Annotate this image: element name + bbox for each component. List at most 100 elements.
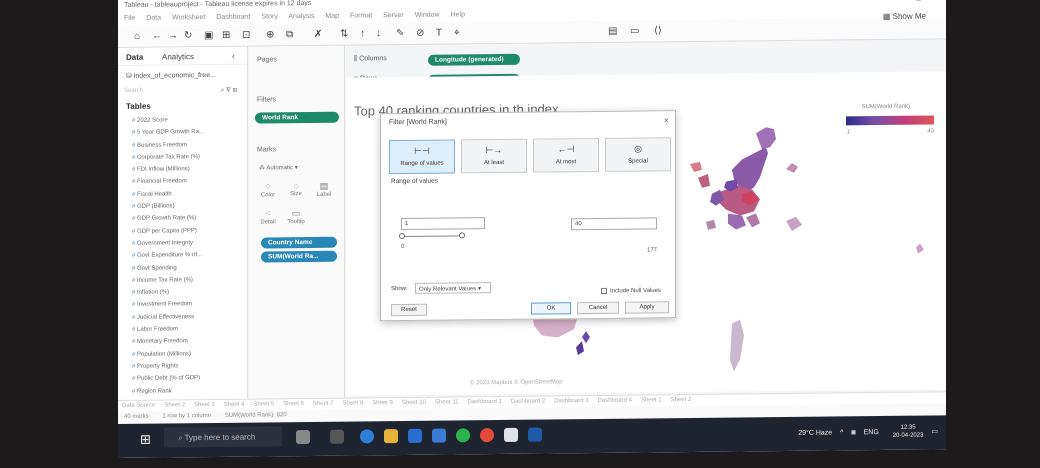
label-button[interactable]: ▤ Label — [311, 181, 337, 198]
color-legend[interactable] — [846, 115, 934, 126]
pin-icon[interactable]: ⌖ — [454, 27, 460, 38]
sheet-tab[interactable]: Sheet 4 — [224, 402, 245, 408]
mark-pill-country-name[interactable]: Country Name — [261, 236, 337, 249]
undo-icon[interactable]: ← — [152, 31, 162, 42]
size-button[interactable]: ◌ Size — [283, 181, 309, 197]
menu-window[interactable]: Window — [415, 12, 440, 19]
min-value-input[interactable]: 1 — [401, 217, 485, 231]
tableau-icon[interactable] — [528, 427, 542, 442]
task-view-icon[interactable] — [330, 429, 344, 444]
clock[interactable]: 12:35 20-04-2023 — [887, 424, 924, 440]
pause-updates-icon[interactable]: ⊡ — [242, 30, 250, 41]
duplicate-icon[interactable]: ⧉ — [286, 29, 293, 40]
menu-worksheet[interactable]: Worksheet — [172, 14, 205, 21]
mark-pill-world-rank[interactable]: SUM(World Ra... — [261, 250, 337, 263]
sheet-tab[interactable]: Sheet 1 — [641, 397, 662, 403]
fit-icon[interactable]: ▤ — [608, 26, 617, 37]
mail-icon[interactable] — [408, 428, 422, 443]
highlight-icon[interactable]: ✎ — [396, 28, 404, 39]
filter-icon[interactable]: ⌕ ∇ ⊞ — [220, 87, 237, 95]
option-at-least[interactable]: ⊢→ At least — [461, 138, 527, 174]
tab-analytics[interactable]: Analytics — [162, 52, 194, 61]
whatsapp-icon[interactable] — [456, 428, 470, 443]
mark-type-dropdown[interactable]: ⁂ Automatic ▾ — [259, 164, 335, 171]
sheet-tab[interactable]: Sheet 6 — [283, 401, 304, 407]
sheet-tab[interactable]: Sheet 2 — [671, 397, 692, 403]
language-indicator[interactable]: ENG — [864, 429, 879, 436]
swap-icon[interactable]: ⇅ — [340, 29, 348, 40]
sheet-tab[interactable]: Sheet 9 — [372, 400, 393, 406]
menu-format[interactable]: Format — [350, 12, 372, 19]
menu-file[interactable]: File — [124, 15, 135, 22]
sheet-tab[interactable]: Sheet 7 — [313, 401, 334, 407]
show-me-button[interactable]: ▦ Show Me — [883, 12, 926, 21]
sheet-tab[interactable]: Data Source — [122, 403, 155, 409]
cortana-icon[interactable] — [296, 429, 310, 445]
max-value-input[interactable]: 40 — [571, 217, 657, 231]
sheet-tab[interactable]: Sheet 5 — [253, 401, 274, 407]
notifications-icon[interactable]: ▭ — [931, 428, 938, 435]
field-item[interactable]: Region Rank — [132, 384, 247, 398]
ok-button[interactable]: OK — [531, 302, 571, 315]
columns-pill[interactable]: Longitude (generated) — [428, 53, 520, 66]
include-null-checkbox[interactable]: Include Null Values — [601, 287, 661, 294]
group-icon[interactable]: ⊘ — [416, 28, 424, 39]
home-icon[interactable]: ⌂ — [134, 31, 140, 42]
reset-button[interactable]: Reset — [391, 303, 427, 317]
range-slider-track[interactable] — [401, 235, 463, 238]
maximize-button[interactable]: ▢ — [915, 0, 922, 2]
option-at-most[interactable]: ←⊣ At most — [533, 137, 599, 173]
tooltip-button[interactable]: ▭ Tooltip — [283, 208, 309, 225]
windows-start-icon[interactable]: ⊞ — [140, 432, 151, 448]
menu-story[interactable]: Story — [261, 13, 277, 20]
presentation-icon[interactable]: ▭ — [630, 26, 639, 37]
sort-desc-icon[interactable]: ↓ — [376, 28, 381, 39]
new-datasource-icon[interactable]: ⊞ — [222, 30, 230, 41]
sheet-tab[interactable]: Sheet 10 — [402, 400, 426, 406]
data-source-item[interactable]: ⛁ index_of_economic_free... — [118, 65, 247, 80]
file-explorer-icon[interactable] — [384, 429, 398, 444]
share-icon[interactable]: ⟨⟩ — [654, 25, 662, 36]
color-button[interactable]: ⁘ Color — [255, 181, 281, 198]
sheet-tab[interactable]: Sheet 8 — [342, 400, 363, 406]
edge-icon[interactable] — [360, 429, 374, 444]
menu-analysis[interactable]: Analysis — [288, 13, 314, 20]
menu-dashboard[interactable]: Dashboard — [216, 14, 250, 21]
search-input[interactable]: Search ⌕ ∇ ⊞ — [124, 87, 241, 98]
sheet-tab[interactable]: Sheet 3 — [194, 402, 215, 408]
sheet-tab[interactable]: Dashboard 4 — [598, 398, 632, 404]
apply-button[interactable]: Apply — [625, 301, 669, 314]
collapse-icon[interactable]: ‹ — [232, 52, 235, 61]
sheet-tab[interactable]: Sheet 2 — [164, 402, 185, 408]
sheet-tab[interactable]: Dashboard 3 — [554, 398, 588, 404]
chrome-icon[interactable] — [480, 428, 494, 443]
redo-icon[interactable]: → — [168, 30, 178, 41]
store-icon[interactable] — [432, 428, 446, 443]
cancel-button[interactable]: Cancel — [577, 301, 619, 315]
close-icon[interactable]: × — [664, 115, 669, 125]
labels-icon[interactable]: T — [436, 28, 442, 39]
notepad-icon[interactable] — [504, 427, 518, 442]
show-dropdown[interactable]: Only Relevant Values ▾ — [415, 282, 491, 294]
new-worksheet-icon[interactable]: ⊕ — [266, 29, 274, 40]
tray-overflow-icon[interactable]: ^ — [840, 429, 843, 436]
detail-button[interactable]: ⁖ Detail — [255, 208, 281, 225]
clear-sheet-icon[interactable]: ✗ — [314, 29, 322, 40]
sheet-tab[interactable]: Dashboard 2 — [511, 399, 545, 405]
max-slider-handle[interactable] — [459, 232, 465, 239]
weather-widget[interactable]: 29°C Haze — [798, 429, 832, 436]
minimize-button[interactable]: – — [900, 0, 904, 1]
menu-map[interactable]: Map — [325, 13, 339, 20]
sheet-tab[interactable]: Dashboard 1 — [467, 399, 501, 405]
taskbar-search-input[interactable]: ⌕ Type here to search — [164, 426, 282, 448]
close-button[interactable]: ✕ — [934, 0, 940, 1]
menu-data[interactable]: Data — [146, 15, 161, 22]
menu-server[interactable]: Server — [383, 12, 404, 19]
option-range-of-values[interactable]: ⊢⊣ Range of values — [389, 139, 455, 175]
menu-help[interactable]: Help — [451, 11, 465, 18]
tab-data[interactable]: Data — [126, 53, 143, 62]
save-icon[interactable]: ▣ — [204, 30, 213, 41]
sheet-tab[interactable]: Sheet 11 — [435, 399, 459, 405]
option-special[interactable]: ◎ Special — [605, 137, 671, 172]
sort-asc-icon[interactable]: ↑ — [360, 28, 365, 39]
